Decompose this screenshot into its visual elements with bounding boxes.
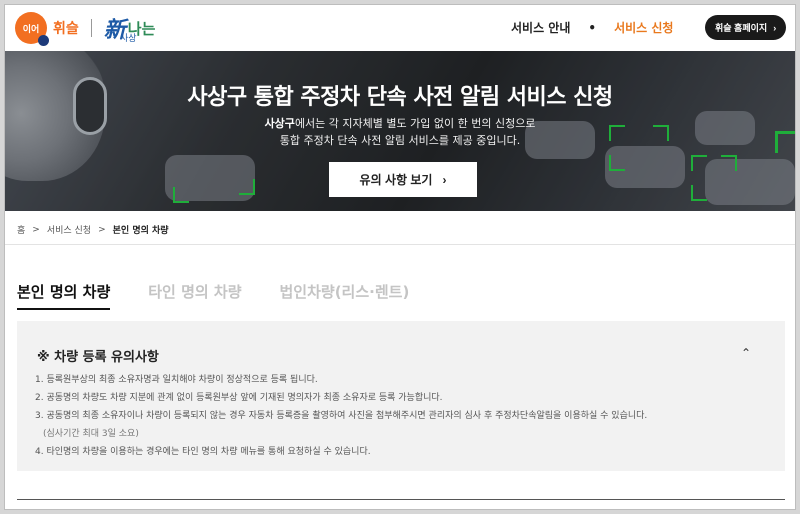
chevron-right-icon: > <box>98 224 106 235</box>
hero-description: 사상구에서는 각 지자체별 별도 가입 없이 한 번의 신청으로 통합 주정차 … <box>5 115 795 149</box>
chevron-right-icon: › <box>773 22 777 33</box>
breadcrumb-home[interactable]: 홈 <box>17 223 25 236</box>
hero-desc-line1: 에서는 각 지자체별 별도 가입 없이 한 번의 신청으로 <box>294 117 536 130</box>
hero-banner: 사상구 통합 주정차 단속 사전 알림 서비스 신청 사상구에서는 각 지자체별… <box>5 51 795 211</box>
view-notice-button[interactable]: 유의 사항 보기 › <box>329 162 477 197</box>
site-header: 이어 휘슬 新 나는 사상 서비스 안내 • 서비스 신청 휘슬 홈페이지 › <box>5 5 795 51</box>
vehicle-tabs: 본인 명의 차량 타인 명의 차량 법인차량(리스·렌트) <box>17 281 409 310</box>
focus-bracket <box>691 185 707 201</box>
home-page-button[interactable]: 휘슬 홈페이지 › <box>705 15 787 40</box>
logo-divider <box>90 19 92 37</box>
chevron-right-icon: › <box>442 172 447 187</box>
registration-notice-panel: ※ 차량 등록 유의사항 ⌃ 1. 등록원부상의 최종 소유자명과 일치해야 차… <box>17 321 785 471</box>
notice-title: ※ 차량 등록 유의사항 <box>37 350 159 365</box>
breadcrumb-divider <box>5 244 795 245</box>
logo-name: 휘슬 <box>53 21 79 37</box>
section-divider <box>17 499 785 500</box>
notice-item: 4. 타인명의 차량을 이용하는 경우에는 타인 명의 차량 메뉴를 통해 요청… <box>35 447 371 457</box>
notice-item-sub: (심사기간 최대 3일 소요) <box>43 429 139 439</box>
whistle-logo-icon: 이어 <box>15 12 49 46</box>
focus-bracket <box>691 155 707 171</box>
page-frame: 이어 휘슬 新 나는 사상 서비스 안내 • 서비스 신청 휘슬 홈페이지 › <box>4 4 796 510</box>
nav-service-apply[interactable]: 서비스 신청 <box>614 19 673 36</box>
focus-bracket <box>721 155 737 171</box>
logo-badge-text: 이어 <box>22 24 40 35</box>
chevron-right-icon: > <box>32 224 40 235</box>
hero-title: 사상구 통합 주정차 단속 사전 알림 서비스 신청 <box>187 85 613 110</box>
chevron-up-icon[interactable]: ⌃ <box>741 346 751 360</box>
hero-desc-line2: 통합 주정차 단속 사전 알림 서비스를 제공 중입니다. <box>279 134 521 147</box>
focus-bracket <box>173 187 189 203</box>
breadcrumb-current: 본인 명의 차량 <box>112 226 169 236</box>
home-button-label: 휘슬 홈페이지 <box>715 23 768 33</box>
nav-dot: • <box>588 20 597 35</box>
notice-item: 3. 공동명의 최종 소유자이나 차량이 등록되지 않는 경우 자동차 등록증을… <box>35 411 648 421</box>
nav-service-info[interactable]: 서비스 안내 <box>511 19 570 36</box>
focus-bracket <box>239 179 255 195</box>
tab-own-vehicle[interactable]: 본인 명의 차량 <box>17 281 111 310</box>
view-notice-label: 유의 사항 보기 <box>359 173 433 187</box>
brand-small: 사상 <box>120 34 137 44</box>
tab-corporate-vehicle[interactable]: 법인차량(리스·렌트) <box>280 281 410 310</box>
focus-bracket <box>609 155 625 171</box>
breadcrumb-level1[interactable]: 서비스 신청 <box>47 223 91 236</box>
notice-list: 1. 등록원부상의 최종 소유자명과 일치해야 차량이 정상적으로 등록 됩니다… <box>35 371 647 461</box>
main-nav: 서비스 안내 • 서비스 신청 <box>511 19 673 36</box>
hero-desc-bold: 사상구 <box>264 117 295 130</box>
breadcrumb: 홈 > 서비스 신청 > 본인 명의 차량 <box>17 223 169 237</box>
logo-tail <box>38 35 49 46</box>
tab-other-vehicle[interactable]: 타인 명의 차량 <box>148 281 241 310</box>
notice-item: 1. 등록원부상의 최종 소유자명과 일치해야 차량이 정상적으로 등록 됩니다… <box>35 375 318 385</box>
notice-item: 2. 공동명의 차량도 차량 지분에 관계 없이 등록원부상 앞에 기재된 명의… <box>35 393 443 403</box>
